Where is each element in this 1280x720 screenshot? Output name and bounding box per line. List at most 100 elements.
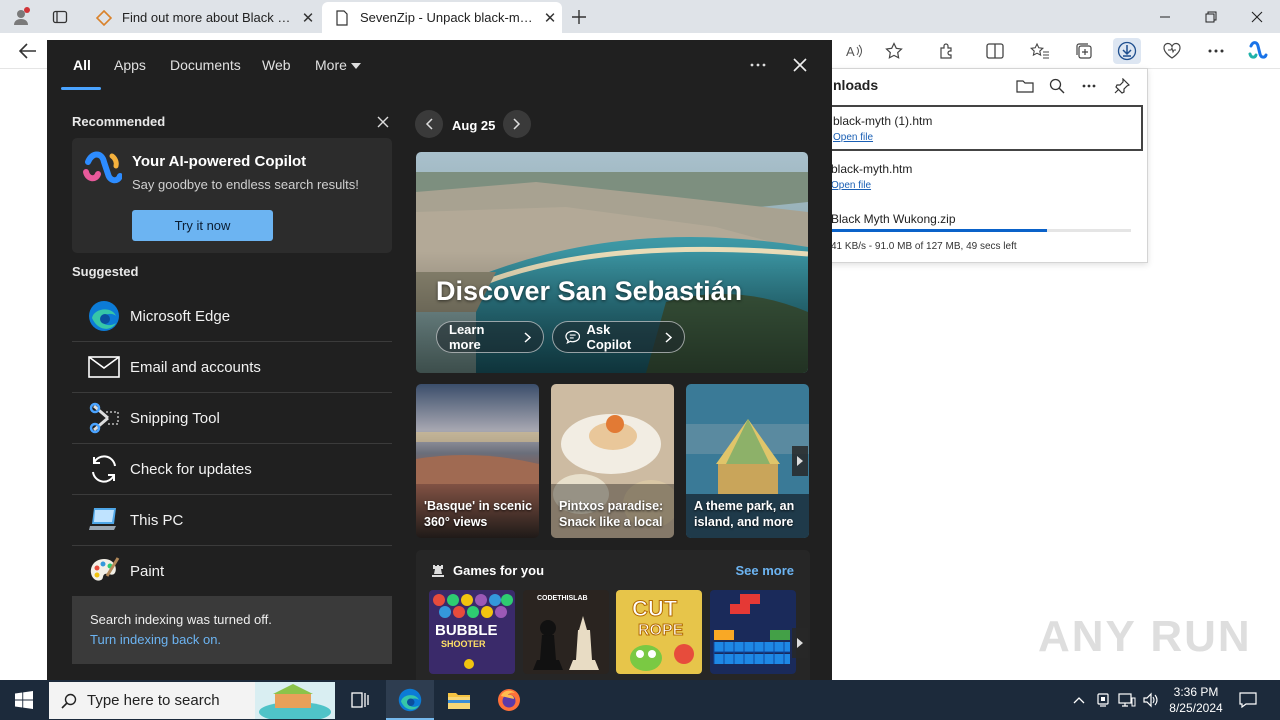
start-button[interactable] (0, 680, 48, 720)
suggested-item-snipping-tool[interactable]: Snipping Tool (72, 393, 392, 444)
volume-icon[interactable] (1141, 690, 1161, 710)
extensions-icon[interactable] (933, 38, 961, 64)
favorites-icon[interactable] (1026, 38, 1054, 64)
downloads-title: nloads (833, 77, 879, 93)
previous-day-button[interactable] (415, 110, 443, 138)
svg-text:A: A (846, 44, 855, 59)
watermark-logo: ANY RUN (1038, 612, 1252, 662)
clock-date: 8/25/2024 (1169, 701, 1223, 715)
games-heading: Games for you (453, 563, 545, 578)
back-button[interactable] (14, 38, 42, 64)
open-file-link[interactable]: Open file (833, 132, 873, 143)
close-window-button[interactable] (1234, 0, 1280, 33)
tab-apps[interactable]: Apps (114, 57, 146, 73)
close-tab-icon[interactable]: ✕ (296, 9, 320, 27)
taskbar-clock[interactable]: 3:36 PM 8/25/2024 (1166, 684, 1226, 716)
game-cut-the-rope[interactable]: CUT ROPE (616, 590, 702, 674)
download-item[interactable]: black-myth (1).htm Open file (821, 105, 1143, 151)
highlight-card-theme-park[interactable]: A theme park, an island, and more (686, 384, 809, 538)
copilot-heading: Your AI-powered Copilot (132, 153, 307, 170)
game-chess[interactable]: CODETHISLAB (523, 590, 609, 674)
suggested-item-check-for-updates[interactable]: Check for updates (72, 444, 392, 495)
dismiss-recommended-icon[interactable] (375, 114, 391, 130)
try-it-now-button[interactable]: Try it now (132, 210, 273, 241)
more-options-icon[interactable] (747, 58, 769, 72)
highlight-card-basque[interactable]: 'Basque' in scenic 360° views (416, 384, 539, 538)
learn-more-button[interactable]: Learn more (436, 321, 544, 353)
edge-icon (86, 298, 122, 334)
hero-title: Discover San Sebastián (436, 276, 743, 306)
read-aloud-icon[interactable]: A (840, 38, 868, 64)
tab-sevenzip[interactable]: SevenZip - Unpack black-myth-wukong ✕ (322, 2, 562, 33)
svg-text:ROPE: ROPE (638, 622, 684, 639)
refresh-icon (86, 451, 122, 487)
see-more-link[interactable]: See more (735, 563, 794, 578)
suggested-item-label: Snipping Tool (130, 409, 220, 427)
tab-documents[interactable]: Documents (170, 57, 241, 73)
browser-essentials-icon[interactable] (1158, 38, 1186, 64)
open-file-link[interactable]: Open file (831, 180, 871, 191)
split-screen-icon[interactable] (981, 38, 1009, 64)
search-highlight-hero[interactable]: Discover San Sebastián Learn more Ask Co… (416, 152, 808, 373)
suggested-item-paint[interactable]: Paint (72, 546, 392, 597)
search-placeholder: Type here to search (87, 692, 220, 709)
pin-icon[interactable] (1111, 75, 1133, 97)
tab-title: Find out more about Black Myth: Wukong (122, 10, 296, 25)
notifications-icon[interactable] (1238, 690, 1258, 710)
suggested-heading: Suggested (72, 264, 139, 279)
taskbar-file-explorer[interactable] (435, 680, 483, 720)
card-caption: A theme park, an island, and more (694, 499, 795, 529)
cards-scroll-right-button[interactable] (792, 446, 808, 476)
show-hidden-icons-icon[interactable] (1069, 690, 1089, 710)
suggested-item-microsoft-edge[interactable]: Microsoft Edge (72, 291, 392, 342)
watermark-text: ANY RUN (1038, 612, 1252, 661)
tab-web[interactable]: Web (262, 57, 291, 73)
taskbar-firefox[interactable] (485, 680, 533, 720)
indexing-message: Search indexing was turned off. (90, 612, 272, 627)
download-item[interactable]: black-myth.htm Open file (821, 155, 1143, 201)
profile-icon[interactable] (8, 4, 34, 30)
games-scroll-right-button[interactable] (792, 628, 808, 658)
game-block-puzzle[interactable] (710, 590, 796, 674)
recommended-heading: Recommended (72, 114, 166, 129)
favorite-star-icon[interactable] (880, 38, 908, 64)
search-icon[interactable] (1046, 75, 1068, 97)
suggested-item-email-and-accounts[interactable]: Email and accounts (72, 342, 392, 393)
close-tab-icon[interactable]: ✕ (538, 9, 562, 27)
taskbar-edge[interactable] (386, 680, 434, 720)
highlight-card-pintxos[interactable]: Pintxos paradise: Snack like a local (551, 384, 674, 538)
learn-more-label: Learn more (449, 322, 485, 352)
close-search-icon[interactable] (790, 56, 810, 74)
suggested-item-this-pc[interactable]: This PC (72, 495, 392, 546)
tab-actions-icon[interactable] (47, 4, 73, 30)
ask-copilot-button[interactable]: Ask Copilot (552, 321, 685, 353)
restore-button[interactable] (1188, 0, 1234, 33)
minimize-button[interactable] (1142, 0, 1188, 33)
network-icon[interactable] (1117, 690, 1137, 710)
chevron-down-icon[interactable] (350, 60, 362, 72)
new-tab-button[interactable] (566, 4, 592, 30)
highlight-date: Aug 25 (452, 118, 496, 133)
tab-all[interactable]: All (73, 57, 91, 73)
settings-more-icon[interactable] (1202, 38, 1230, 64)
tab-more[interactable]: More (315, 57, 347, 73)
open-folder-icon[interactable] (1014, 75, 1036, 97)
tab-black-myth-info[interactable]: Find out more about Black Myth: Wukong ✕ (84, 2, 320, 33)
taskbar-search-box[interactable]: Type here to search (49, 682, 335, 719)
clock-time: 3:36 PM (1173, 685, 1219, 699)
downloads-panel: nloads black-myth (1).htm Open file blac… (820, 68, 1148, 263)
copilot-subtitle: Say goodbye to endless search results! (132, 177, 359, 192)
chat-bubble-icon (565, 330, 581, 344)
next-day-button[interactable] (503, 110, 531, 138)
game-bubble-shooter[interactable]: BUBBLE SHOOTER (429, 590, 515, 674)
download-file-name: black-myth (1).htm (833, 114, 933, 128)
copilot-icon[interactable] (1244, 38, 1272, 64)
folder-icon (448, 693, 470, 709)
suggested-item-label: Email and accounts (130, 358, 261, 376)
turn-indexing-on-link[interactable]: Turn indexing back on. (90, 632, 221, 647)
collections-icon[interactable] (1070, 38, 1098, 64)
task-view-button[interactable] (336, 680, 384, 720)
downloads-icon[interactable] (1113, 38, 1141, 64)
more-options-icon[interactable] (1078, 75, 1100, 97)
security-tray-icon[interactable] (1093, 690, 1113, 710)
